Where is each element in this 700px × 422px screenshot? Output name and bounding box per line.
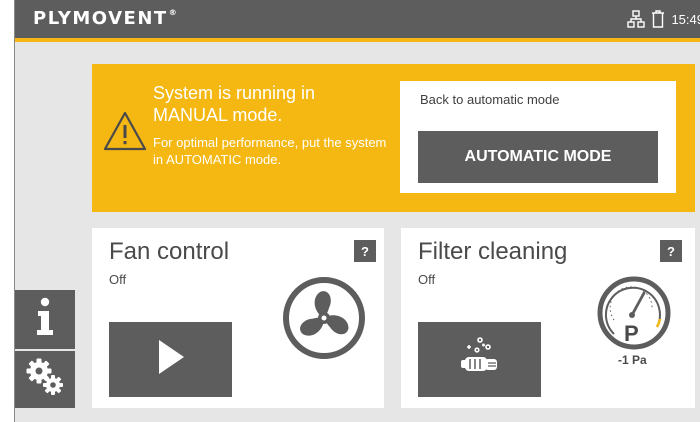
filter-cleaning-start-button[interactable]	[418, 322, 541, 397]
info-icon	[34, 297, 56, 342]
header-bar: PLYMOVENT® 15:49	[15, 0, 700, 38]
banner-title: System is running in MANUAL mode.	[153, 83, 316, 125]
fan-control-title: Fan control	[109, 238, 230, 265]
brand-registered-mark: ®	[168, 8, 179, 17]
settings-tab[interactable]	[15, 351, 75, 408]
manual-mode-banner: System is running in MANUAL mode. For op…	[92, 64, 695, 212]
filter-cleaning-card: Filter cleaning Off ? P -1 Pa	[401, 228, 695, 408]
filter-cleaning-help-button[interactable]: ?	[660, 240, 682, 262]
brand-name: PLYMOVENT	[33, 8, 168, 29]
fan-control-help-button[interactable]: ?	[354, 240, 376, 262]
warning-icon	[102, 110, 148, 157]
screen: PLYMOVENT® 15:49	[0, 0, 700, 422]
fan-start-button[interactable]	[109, 322, 232, 397]
main-content: System is running in MANUAL mode. For op…	[15, 42, 700, 422]
pressure-label: P	[624, 321, 639, 346]
trash-icon[interactable]	[651, 10, 665, 28]
filter-cleaning-icon	[458, 335, 502, 384]
pressure-value: -1 Pa	[618, 353, 647, 367]
fan-control-status: Off	[109, 272, 127, 287]
automatic-mode-panel: Back to automatic mode AUTOMATIC MODE	[400, 81, 676, 193]
network-icon[interactable]	[627, 10, 646, 28]
automatic-mode-label: Back to automatic mode	[420, 92, 560, 107]
clock: 15:49	[671, 11, 700, 27]
info-tab[interactable]	[15, 290, 75, 349]
fan-control-card: Fan control Off ?	[92, 228, 384, 408]
brand-logo: PLYMOVENT®	[33, 8, 178, 29]
header-status-area: 15:49	[627, 0, 700, 38]
fan-icon	[282, 276, 366, 365]
automatic-mode-button[interactable]: AUTOMATIC MODE	[418, 131, 658, 183]
banner-description: For optimal performance, put the system …	[153, 135, 387, 167]
filter-cleaning-status: Off	[418, 272, 436, 287]
play-icon	[155, 337, 187, 382]
settings-gears-icon	[25, 357, 65, 402]
filter-cleaning-title: Filter cleaning	[418, 238, 568, 265]
